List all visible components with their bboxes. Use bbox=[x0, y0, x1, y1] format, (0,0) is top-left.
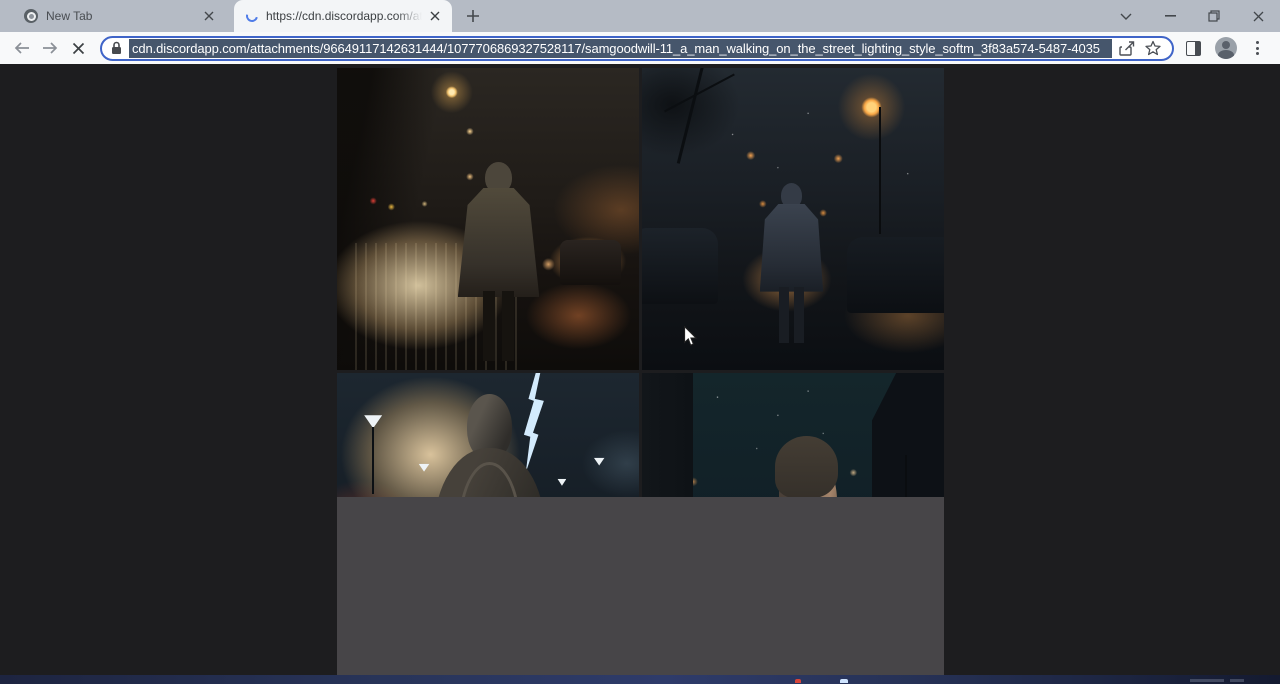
street-lamp bbox=[557, 479, 566, 486]
image-loading-placeholder bbox=[337, 497, 944, 675]
tab-close-icon[interactable] bbox=[200, 7, 218, 25]
taskbar-trace bbox=[1230, 679, 1244, 682]
street-lamp bbox=[364, 415, 382, 428]
chevron-down-icon[interactable] bbox=[1104, 0, 1148, 32]
leg-shape bbox=[483, 291, 495, 361]
loading-spinner-icon bbox=[244, 8, 260, 24]
lock-icon bbox=[111, 41, 122, 55]
mouse-cursor bbox=[684, 326, 698, 347]
tab-close-icon[interactable] bbox=[426, 7, 444, 25]
tab-strip: New Tab https://cdn.discordapp.com/atta bbox=[0, 0, 1280, 32]
share-icon[interactable] bbox=[1116, 37, 1138, 59]
address-bar[interactable]: cdn.discordapp.com/attachments/966491171… bbox=[100, 36, 1174, 61]
bookmark-star-icon[interactable] bbox=[1142, 37, 1164, 59]
lamp-post bbox=[879, 107, 881, 234]
restore-button[interactable] bbox=[1192, 0, 1236, 32]
leg-shape bbox=[779, 287, 789, 343]
man-silhouette bbox=[760, 183, 823, 343]
browser-window: New Tab https://cdn.discordapp.com/atta bbox=[0, 0, 1280, 684]
hair-shape bbox=[775, 436, 838, 498]
profile-avatar[interactable] bbox=[1215, 37, 1237, 59]
lamp-post bbox=[372, 427, 374, 493]
coat-shape bbox=[760, 204, 823, 292]
leg-shape bbox=[502, 291, 514, 361]
taskbar-icon-red bbox=[795, 679, 801, 683]
side-panel-icon[interactable] bbox=[1186, 41, 1201, 56]
photo-rainy-street-man bbox=[337, 68, 639, 370]
leg-shape bbox=[794, 287, 804, 343]
forward-button[interactable] bbox=[36, 34, 64, 62]
page-content bbox=[0, 64, 1280, 675]
tab-new-tab[interactable]: New Tab bbox=[10, 0, 228, 32]
stop-loading-button[interactable] bbox=[64, 34, 92, 62]
tab-title: https://cdn.discordapp.com/atta bbox=[266, 9, 422, 23]
street-lamp bbox=[594, 458, 605, 466]
car-silhouette bbox=[560, 240, 620, 285]
menu-kebab-icon[interactable] bbox=[1245, 36, 1269, 60]
toolbar-right bbox=[1186, 36, 1269, 60]
url-text-selected: cdn.discordapp.com/attachments/966491171… bbox=[129, 39, 1112, 58]
window-controls bbox=[1104, 0, 1280, 32]
taskbar-clock-trace bbox=[1190, 679, 1224, 682]
close-button[interactable] bbox=[1236, 0, 1280, 32]
man-silhouette bbox=[458, 162, 540, 361]
tree-silhouette bbox=[677, 68, 706, 163]
coat-shape bbox=[458, 188, 540, 298]
back-button[interactable] bbox=[8, 34, 36, 62]
street-lamp bbox=[419, 464, 430, 472]
new-tab-button[interactable] bbox=[464, 7, 482, 25]
taskbar-icon-blue bbox=[840, 679, 848, 683]
chrome-logo-icon bbox=[24, 9, 38, 23]
browser-toolbar: cdn.discordapp.com/attachments/966491171… bbox=[0, 32, 1280, 64]
photo-snowy-street-man bbox=[642, 68, 944, 370]
taskbar-edge[interactable] bbox=[0, 675, 1280, 684]
title-fade bbox=[396, 9, 422, 23]
parked-car-right bbox=[847, 237, 944, 313]
minimize-button[interactable] bbox=[1148, 0, 1192, 32]
discord-attachment-image bbox=[337, 68, 944, 675]
parked-car-left bbox=[642, 228, 718, 304]
tab-discord-cdn[interactable]: https://cdn.discordapp.com/atta bbox=[234, 0, 452, 32]
tab-title: New Tab bbox=[46, 9, 196, 23]
